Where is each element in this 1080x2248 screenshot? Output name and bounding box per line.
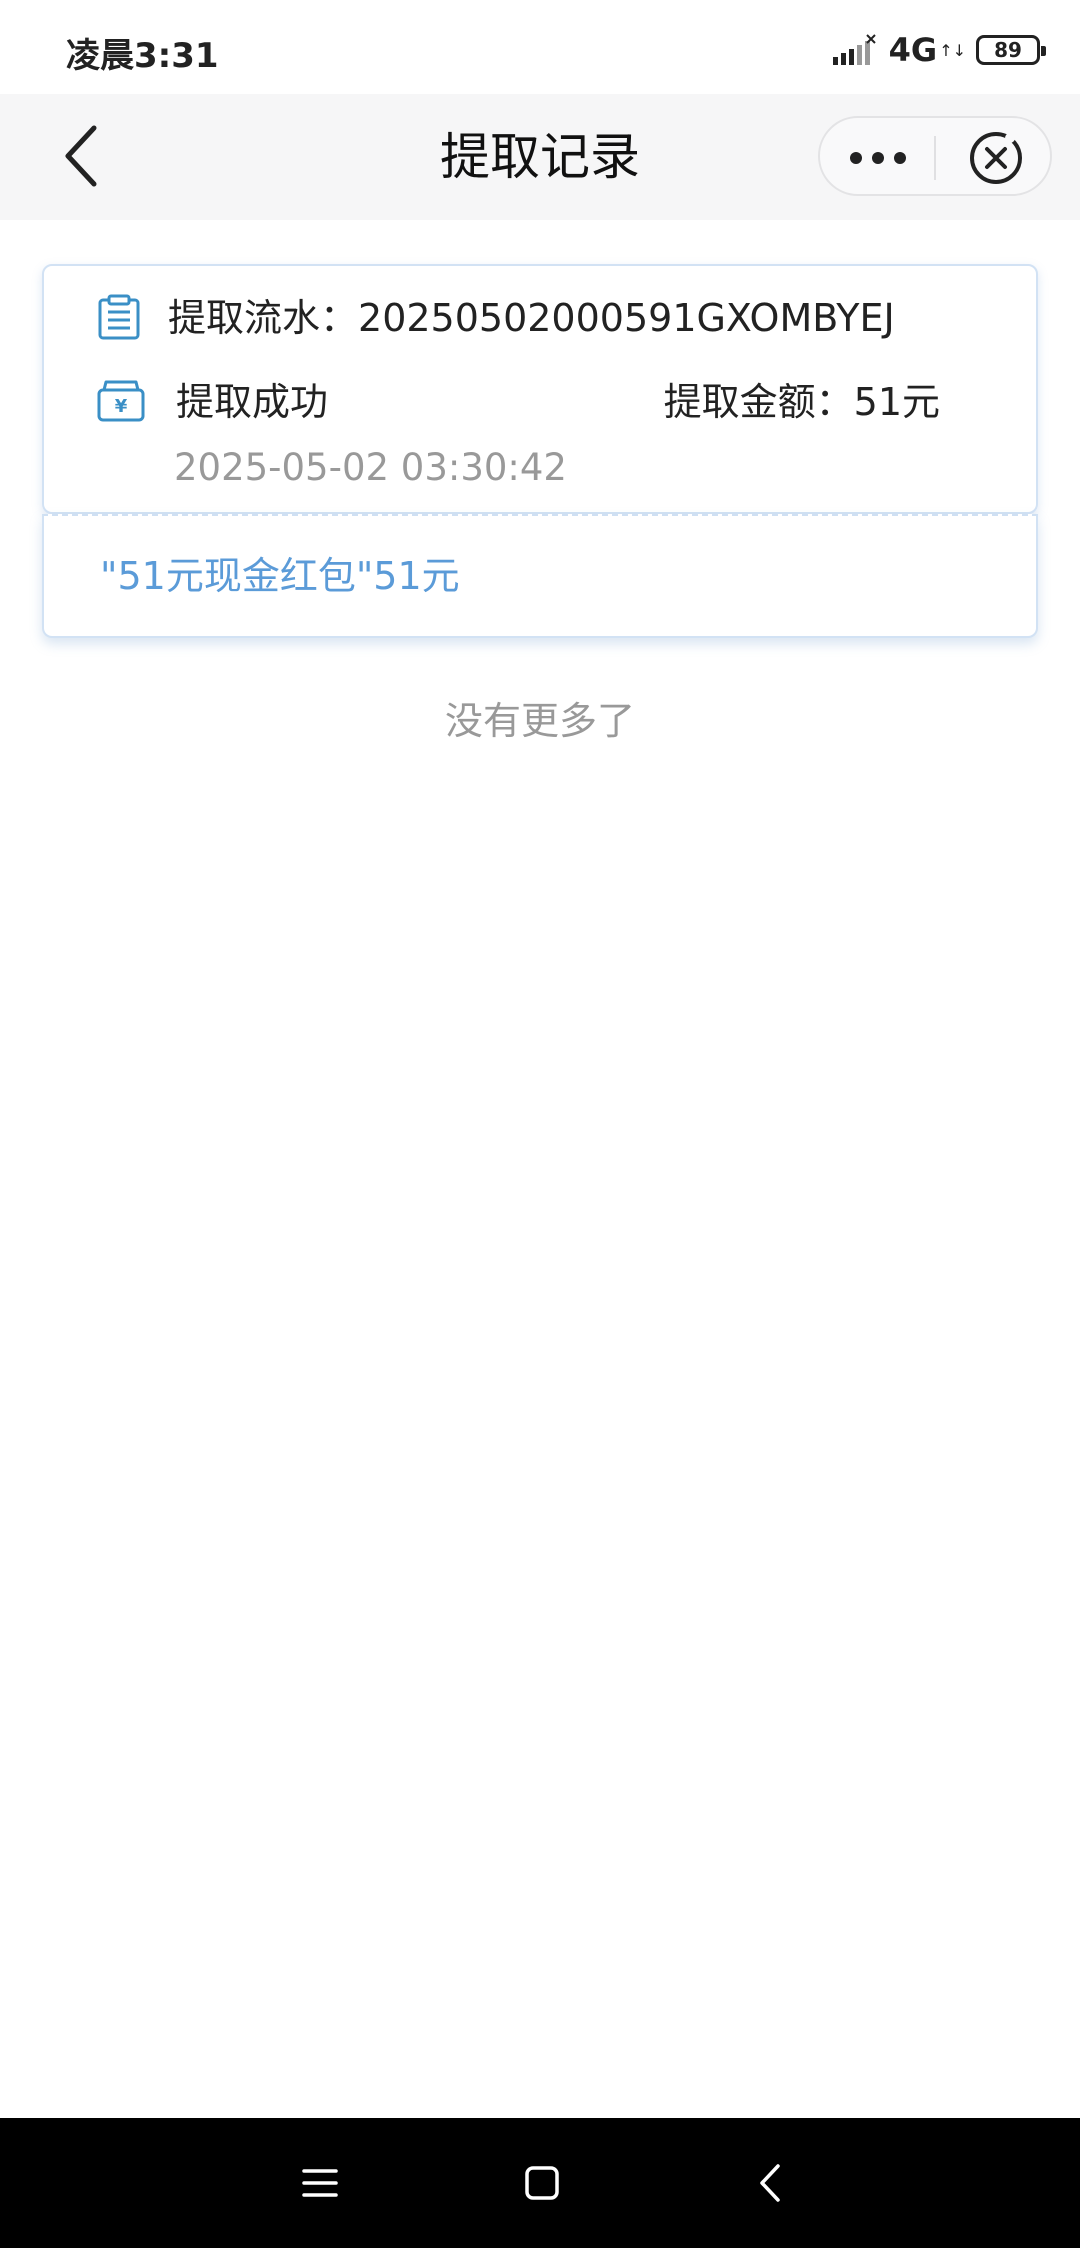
home-icon [525, 2166, 559, 2200]
close-button[interactable] [948, 126, 1044, 190]
mini-program-capsule [818, 116, 1052, 196]
amount-value: 51元 [853, 380, 940, 424]
serial-number: 提取流水：20250502000591GXOMBYEJ [168, 290, 895, 346]
withdrawal-amount: 提取金额：51元 [664, 374, 940, 430]
back-icon [65, 125, 97, 187]
home-button[interactable] [502, 2148, 582, 2218]
back-icon [760, 2164, 780, 2202]
withdrawal-status: 提取成功 [176, 380, 329, 424]
no-more-text: 没有更多了 [444, 699, 635, 743]
wallet-icon: ¥ [97, 380, 145, 422]
withdrawal-record-card[interactable]: 提取流水：20250502000591GXOMBYEJ ¥ 提取成功 提取金额：… [42, 264, 1038, 514]
more-button[interactable] [830, 126, 926, 190]
status-time: 凌晨3:31 [66, 36, 219, 76]
more-icon [850, 152, 906, 164]
battery-icon: 89 [976, 35, 1046, 65]
page: 凌晨3:31 4G ↑↓ 89 提取记录 提取流水：20250502000591… [0, 0, 1080, 2248]
nav-bar: 提取记录 [0, 94, 1080, 220]
withdrawal-detail-card[interactable]: "51元现金红包"51元 [42, 514, 1038, 638]
status-indicators: 4G ↑↓ 89 [831, 30, 1046, 70]
back-button[interactable] [44, 120, 116, 192]
network-type: 4G [888, 31, 938, 69]
status-bar: 凌晨3:31 4G ↑↓ 89 [0, 0, 1080, 94]
close-icon [970, 132, 1022, 184]
battery-level: 89 [994, 38, 1022, 62]
capsule-divider [934, 136, 936, 180]
document-icon [98, 294, 140, 340]
serial-label: 提取流水： [168, 296, 359, 340]
system-back-button[interactable] [730, 2148, 810, 2218]
serial-value: 20250502000591GXOMBYEJ [358, 296, 895, 340]
detail-description: "51元现金红包"51元 [100, 554, 460, 598]
signal-icon [832, 34, 876, 65]
system-nav-bar [0, 2118, 1080, 2248]
recent-apps-button[interactable] [280, 2148, 360, 2218]
svg-text:¥: ¥ [115, 396, 128, 417]
amount-label: 提取金额： [663, 380, 854, 424]
menu-icon [302, 2169, 338, 2197]
network-activity-icon: ↑↓ [939, 40, 966, 60]
withdrawal-time: 2025-05-02 03:30:42 [174, 446, 567, 489]
